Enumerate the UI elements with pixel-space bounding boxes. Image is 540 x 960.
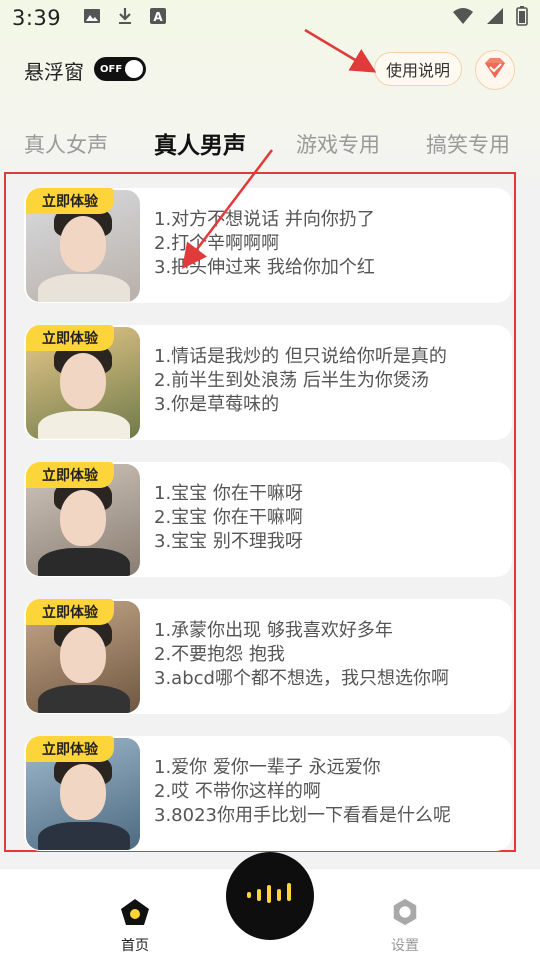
nav-settings-label: 设置	[391, 938, 419, 954]
voice-card[interactable]: 立即体验 1.承蒙你出现 够我喜欢好多年 2.不要抱怨 抱我 3.abcd哪个都…	[24, 599, 512, 714]
help-button[interactable]: 使用说明	[374, 52, 462, 86]
phrase-list: 1.承蒙你出现 够我喜欢好多年 2.不要抱怨 抱我 3.abcd哪个都不想选，我…	[154, 619, 449, 691]
phrase-line: 3.abcd哪个都不想选，我只想选你啊	[154, 668, 449, 689]
float-window-toggle[interactable]: OFF	[94, 57, 146, 81]
gear-icon	[389, 898, 421, 931]
phrase-line: 3.宝宝 别不理我呀	[154, 531, 303, 552]
try-now-badge[interactable]: 立即体验	[26, 325, 114, 351]
phrase-line: 3.你是草莓味的	[154, 394, 280, 415]
phrase-line: 3.8023你用手比划一下看看是什么呢	[154, 805, 451, 826]
tab-male-voice[interactable]: 真人男声	[154, 126, 246, 160]
phrase-line: 2.打个辛啊啊啊	[154, 233, 280, 254]
signal-icon	[486, 6, 504, 30]
download-icon	[117, 6, 133, 30]
phrase-line: 1.对方不想说话 并向你扔了	[154, 209, 375, 230]
phrase-list: 1.情话是我炒的 但只说给你听是真的 2.前半生到处浪荡 后半生为你煲汤 3.你…	[154, 345, 447, 417]
top-header: 悬浮窗 OFF 使用说明	[0, 44, 540, 96]
svg-text:A: A	[154, 10, 164, 24]
phrase-list: 1.宝宝 你在干嘛呀 2.宝宝 你在干嘛啊 3.宝宝 别不理我呀	[154, 482, 303, 554]
vip-button[interactable]	[475, 50, 515, 90]
battery-icon	[516, 5, 528, 31]
nav-settings[interactable]: 设置	[375, 897, 435, 955]
category-tabs: 真人女声 真人男声 游戏专用 搞笑专用	[0, 120, 540, 164]
voice-card[interactable]: 立即体验 1.情话是我炒的 但只说给你听是真的 2.前半生到处浪荡 后半生为你煲…	[24, 325, 512, 440]
voice-card[interactable]: 立即体验 1.对方不想说话 并向你扔了 2.打个辛啊啊啊 3.把头伸过来 我给你…	[24, 188, 512, 303]
try-now-badge[interactable]: 立即体验	[26, 188, 114, 214]
tab-female-voice[interactable]: 真人女声	[24, 129, 108, 159]
try-now-badge[interactable]: 立即体验	[26, 736, 114, 762]
phrase-list: 1.对方不想说话 并向你扔了 2.打个辛啊啊啊 3.把头伸过来 我给你加个红	[154, 208, 375, 280]
voice-card[interactable]: 立即体验 1.宝宝 你在干嘛呀 2.宝宝 你在干嘛啊 3.宝宝 别不理我呀	[24, 462, 512, 577]
try-now-badge[interactable]: 立即体验	[26, 462, 114, 488]
phrase-line: 2.前半生到处浪荡 后半生为你煲汤	[154, 370, 429, 391]
phrase-line: 1.宝宝 你在干嘛呀	[154, 483, 303, 504]
image-icon	[83, 6, 101, 30]
try-now-badge[interactable]: 立即体验	[26, 599, 114, 625]
sound-wave-icon	[245, 881, 295, 911]
status-bar: 3:39 A	[0, 0, 540, 36]
phrase-line: 2.宝宝 你在干嘛啊	[154, 507, 303, 528]
phrase-line: 3.把头伸过来 我给你加个红	[154, 257, 375, 278]
phrase-line: 2.哎 不带你这样的啊	[154, 781, 321, 802]
voice-card[interactable]: 立即体验 1.爱你 爱你一辈子 永远爱你 2.哎 不带你这样的啊 3.8023你…	[24, 736, 512, 851]
font-icon: A	[149, 6, 167, 30]
tab-funny[interactable]: 搞笑专用	[426, 129, 510, 159]
tab-game[interactable]: 游戏专用	[296, 129, 380, 159]
status-time: 3:39	[12, 6, 62, 30]
phrase-line: 1.爱你 爱你一辈子 永远爱你	[154, 757, 381, 778]
voice-center-button[interactable]	[226, 852, 314, 940]
phrase-list: 1.爱你 爱你一辈子 永远爱你 2.哎 不带你这样的啊 3.8023你用手比划一…	[154, 756, 451, 828]
phrase-line: 2.不要抱怨 抱我	[154, 644, 285, 665]
float-window-label: 悬浮窗	[24, 60, 84, 84]
phrase-line: 1.承蒙你出现 够我喜欢好多年	[154, 620, 393, 641]
home-icon	[119, 899, 151, 931]
toggle-knob	[125, 60, 143, 78]
phrase-line: 1.情话是我炒的 但只说给你听是真的	[154, 346, 447, 367]
toggle-state-label: OFF	[100, 63, 123, 75]
nav-home[interactable]: 首页	[105, 897, 165, 955]
diamond-icon	[482, 57, 508, 83]
nav-home-label: 首页	[121, 938, 149, 954]
wifi-icon	[452, 6, 474, 30]
